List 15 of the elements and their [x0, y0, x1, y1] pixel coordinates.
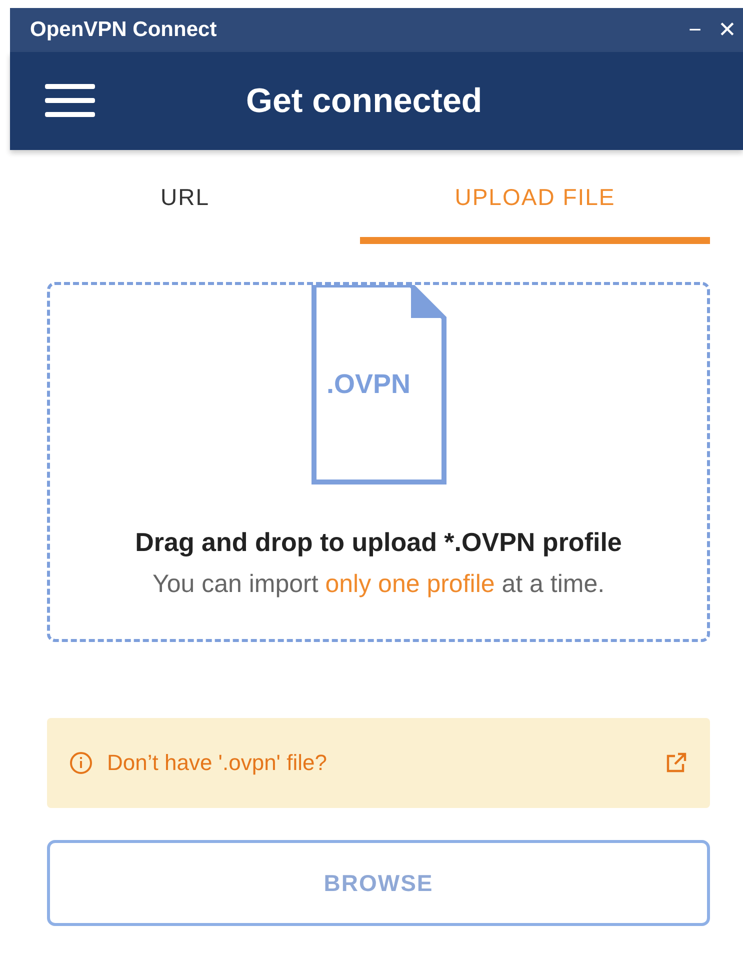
info-icon [69, 751, 93, 775]
file-type-label: .OVPN [326, 369, 411, 400]
menu-icon [45, 83, 95, 119]
close-button[interactable]: ✕ [711, 17, 743, 43]
drop-zone[interactable]: .OVPN Drag and drop to upload *.OVPN profile You can import only one profile at a time. [47, 282, 710, 642]
tab[interactable]: URL [10, 150, 360, 244]
file-icon [310, 285, 446, 485]
drop-zone-title: Drag and drop to upload *.OVPN profile [135, 527, 622, 558]
external-link-icon[interactable] [664, 751, 688, 775]
page-title: Get connected [246, 82, 482, 120]
highlighted-text: only one profile [325, 570, 495, 598]
notice-text: Don’t have '.ovpn' file? [107, 750, 328, 776]
window-title: OpenVPN Connect [30, 18, 218, 42]
minimize-button[interactable]: − [679, 17, 711, 43]
drop-zone-hint: You can import only one profile at a time. [152, 570, 605, 599]
